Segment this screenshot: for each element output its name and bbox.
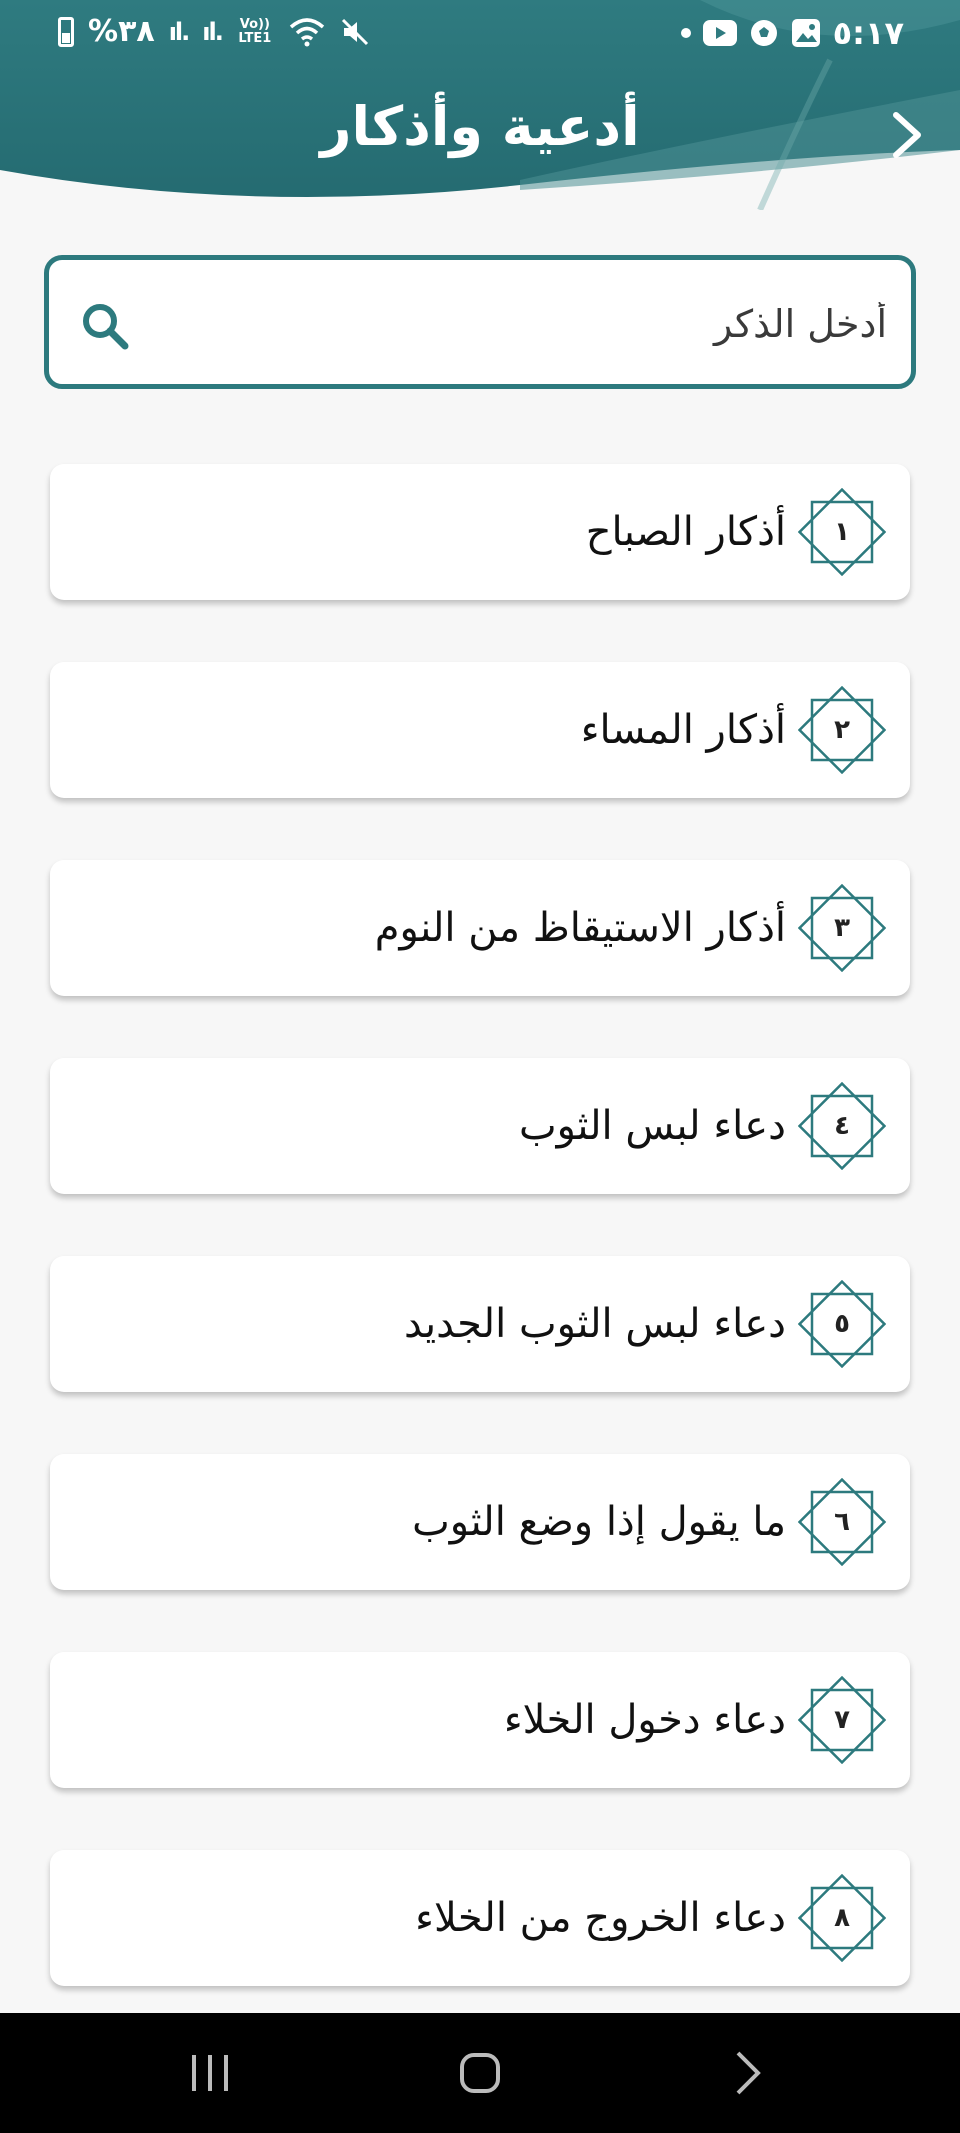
signal-icon: ıl. — [168, 17, 191, 46]
number-badge: ٣ — [797, 883, 887, 973]
item-label: دعاء الخروج من الخلاء — [415, 1895, 786, 1941]
signal-icon-2: ıl. — [202, 17, 224, 46]
list-item[interactable]: ٥ دعاء لبس الثوب الجديد — [50, 1256, 910, 1392]
list-item[interactable]: ١ أذكار الصباح — [50, 464, 910, 600]
page-title: أدعية وأذكار — [320, 95, 640, 158]
home-icon — [460, 2053, 500, 2093]
number-badge: ٥ — [797, 1279, 887, 1369]
youtube-icon — [702, 20, 737, 46]
item-number: ٨ — [834, 1903, 850, 1933]
nav-back-button[interactable] — [718, 2043, 778, 2103]
list-item[interactable]: ٢ أذكار المساء — [50, 662, 910, 798]
list-item[interactable]: ٤ دعاء لبس الثوب — [50, 1058, 910, 1194]
mute-icon — [340, 17, 370, 47]
item-number: ٦ — [834, 1507, 850, 1537]
football-icon — [749, 18, 779, 48]
chevron-icon — [893, 112, 921, 158]
system-nav-bar — [0, 2013, 960, 2133]
notification-dot-icon — [680, 28, 691, 38]
status-time: ٥:١٧ — [832, 14, 904, 52]
item-label: دعاء دخول الخلاء — [503, 1697, 786, 1743]
recent-apps-icon — [192, 2055, 228, 2091]
item-number: ٤ — [834, 1111, 850, 1141]
item-number: ٧ — [834, 1705, 850, 1735]
number-badge: ٨ — [797, 1873, 887, 1963]
status-bar: %٣٨ ıl. ıl. Vo)) LTE1 ٥:١٧ — [0, 0, 960, 70]
item-number: ٥ — [834, 1309, 850, 1339]
battery-icon — [58, 16, 74, 47]
search-input[interactable] — [187, 294, 887, 354]
item-label: دعاء لبس الثوب الجديد — [403, 1301, 786, 1347]
item-label: أذكار الاستيقاظ من النوم — [374, 905, 786, 951]
search-icon[interactable] — [79, 300, 131, 352]
list-item[interactable]: ٧ دعاء دخول الخلاء — [50, 1652, 910, 1788]
status-right: ٥:١٧ — [680, 14, 904, 52]
number-badge: ٧ — [797, 1675, 887, 1765]
back-icon — [736, 2051, 761, 2095]
list-item[interactable]: ٣ أذكار الاستيقاظ من النوم — [50, 860, 910, 996]
gallery-icon — [791, 18, 821, 48]
recent-apps-button[interactable] — [180, 2043, 240, 2103]
screen: %٣٨ ıl. ıl. Vo)) LTE1 ٥:١٧ أدعية وأذكار … — [0, 0, 960, 2133]
number-badge: ٤ — [797, 1081, 887, 1171]
app-header: %٣٨ ıl. ıl. Vo)) LTE1 ٥:١٧ أدعية وأذكار — [0, 0, 960, 210]
network-label: Vo)) LTE1 — [238, 16, 272, 46]
item-number: ٣ — [834, 913, 850, 943]
item-label: أذكار الصباح — [585, 509, 786, 555]
list-item[interactable]: ٦ ما يقول إذا وضع الثوب — [50, 1454, 910, 1590]
number-badge: ٦ — [797, 1477, 887, 1567]
item-number: ١ — [834, 517, 850, 547]
status-left: %٣٨ ıl. ıl. Vo)) LTE1 — [58, 14, 370, 49]
number-badge: ٢ — [797, 685, 887, 775]
wifi-icon — [288, 17, 326, 47]
search-box[interactable] — [44, 255, 916, 389]
item-number: ٢ — [834, 715, 850, 745]
list-item[interactable]: ٨ دعاء الخروج من الخلاء — [50, 1850, 910, 1986]
item-label: ما يقول إذا وضع الثوب — [412, 1499, 786, 1545]
item-label: أذكار المساء — [580, 707, 786, 753]
battery-percent: %٣٨ — [88, 14, 155, 49]
back-button[interactable] — [888, 110, 928, 160]
item-label: دعاء لبس الثوب — [518, 1103, 786, 1149]
number-badge: ١ — [797, 487, 887, 577]
home-button[interactable] — [450, 2043, 510, 2103]
